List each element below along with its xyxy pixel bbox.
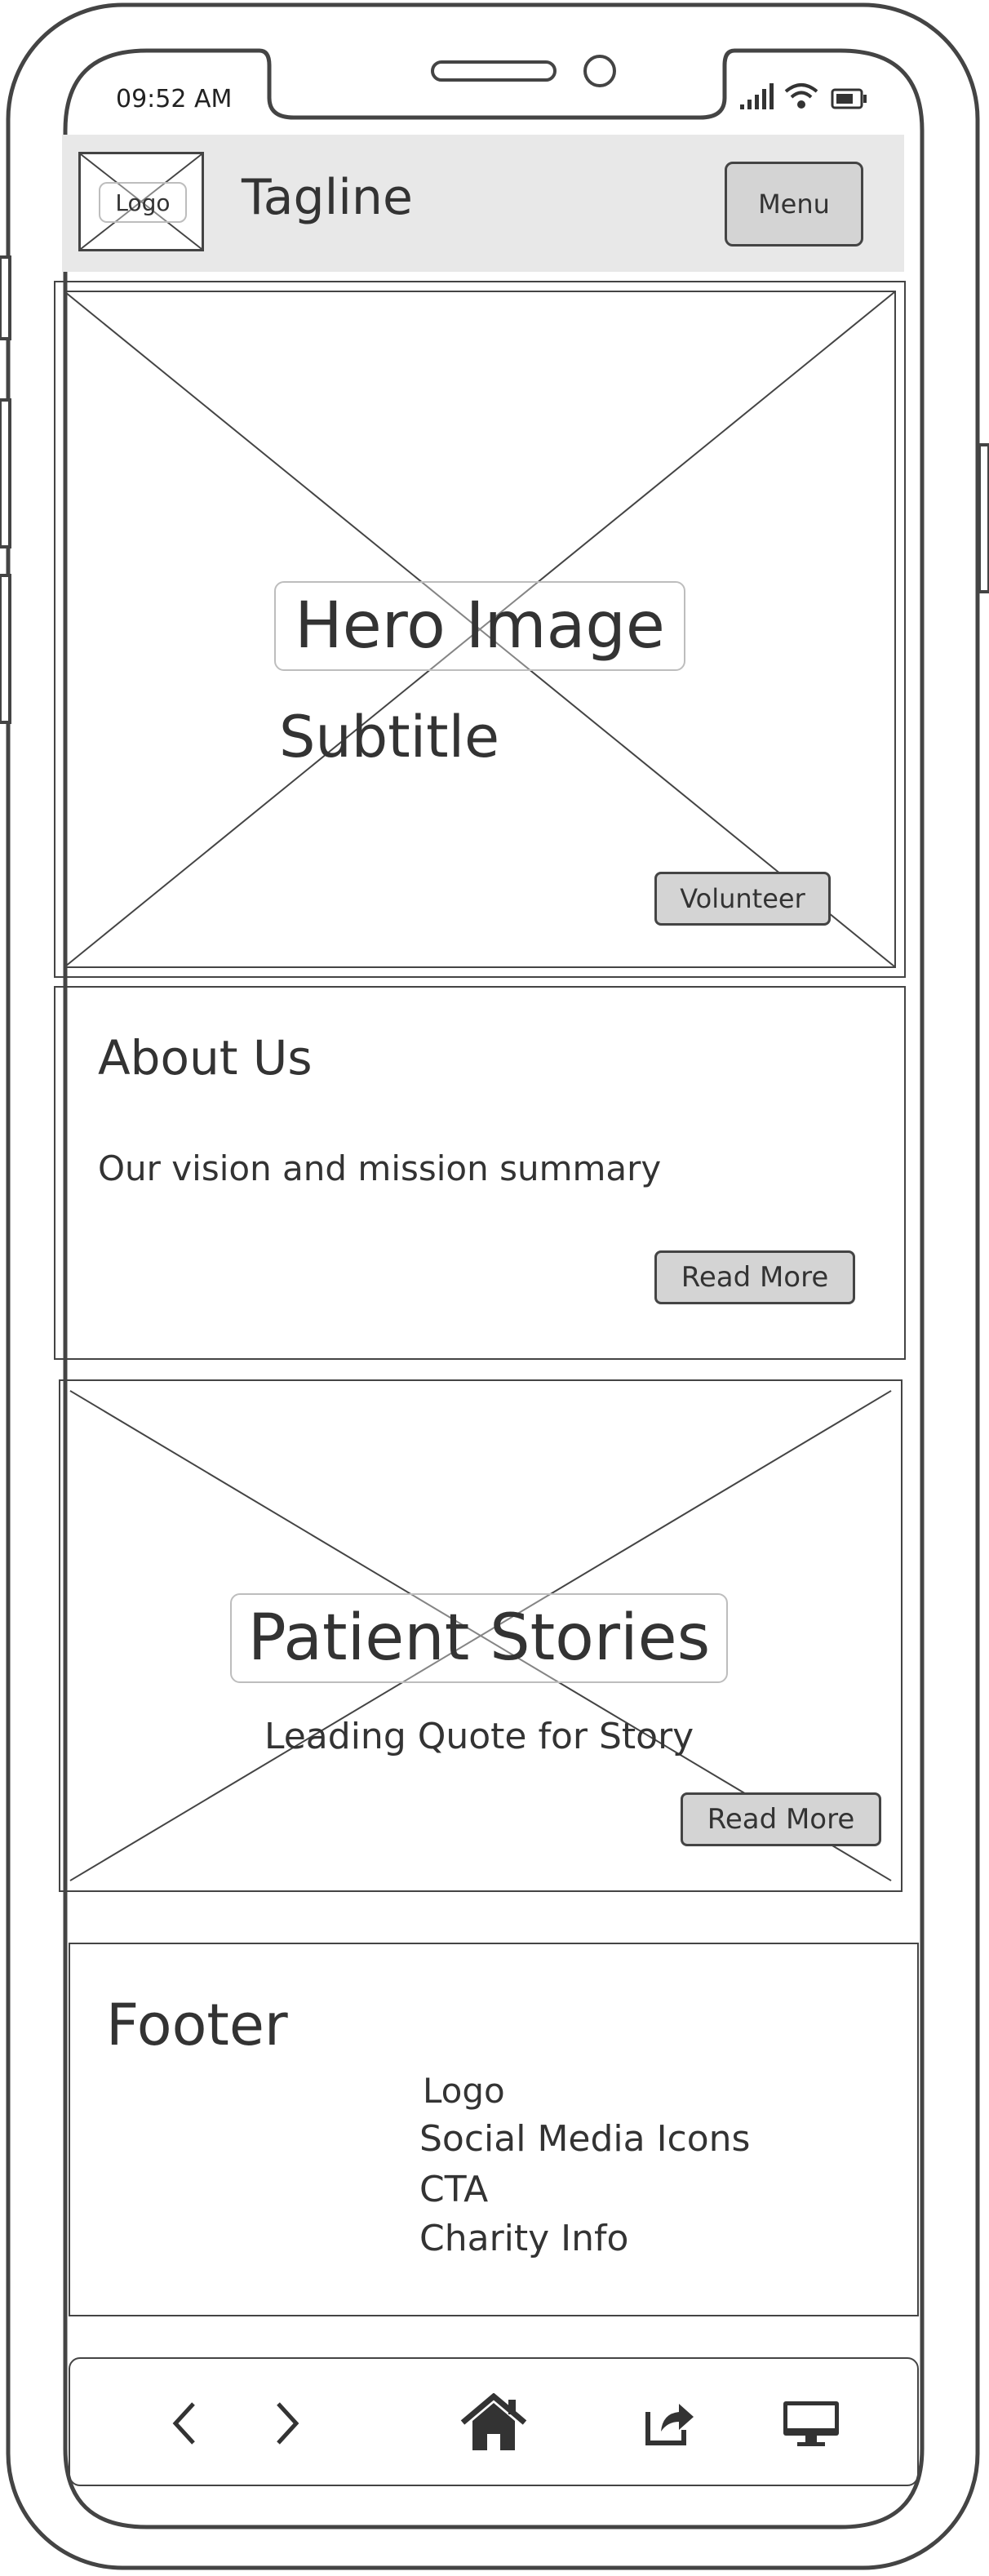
logo-label: Logo: [99, 182, 187, 223]
footer-item-social-media-icons: Social Media Icons: [419, 2118, 751, 2160]
menu-button[interactable]: Menu: [725, 162, 863, 246]
about-section: About Us Our vision and mission summary …: [54, 986, 906, 1360]
tagline: Tagline: [242, 169, 413, 226]
volunteer-button[interactable]: Volunteer: [654, 872, 831, 926]
about-heading: About Us: [98, 1030, 313, 1086]
footer-item-charity-info: Charity Info: [419, 2218, 629, 2259]
logo-placeholder[interactable]: Logo: [78, 152, 204, 251]
stories-title: Patient Stories: [247, 1601, 711, 1675]
home-icon[interactable]: [459, 2392, 529, 2454]
hero-title-box: Hero Image: [274, 581, 685, 671]
back-icon[interactable]: [160, 2396, 209, 2450]
stories-section: Patient Stories Leading Quote for Story …: [59, 1379, 903, 1892]
hero-image-section: Hero Image Subtitle Volunteer: [54, 281, 906, 978]
footer-item-logo: Logo: [423, 2071, 505, 2111]
stories-title-box: Patient Stories: [230, 1593, 728, 1683]
footer-item-cta: CTA: [419, 2169, 489, 2210]
hero-subtitle: Subtitle: [279, 704, 500, 771]
about-read-more-button[interactable]: Read More: [654, 1250, 855, 1304]
about-body: Our vision and mission summary: [98, 1148, 662, 1188]
stories-quote: Leading Quote for Story: [264, 1716, 694, 1757]
battery-icon: [831, 88, 867, 109]
share-icon[interactable]: [641, 2393, 699, 2452]
footer-section: Footer Logo Social Media Icons CTA Chari…: [69, 1943, 919, 2316]
stories-read-more-button[interactable]: Read More: [681, 1792, 881, 1846]
desktop-icon[interactable]: [778, 2398, 844, 2449]
forward-icon[interactable]: [263, 2396, 312, 2450]
wifi-icon: [784, 83, 818, 109]
footer-heading: Footer: [106, 1992, 288, 2059]
hero-title: Hero Image: [295, 589, 665, 663]
signal-icon: [740, 83, 774, 109]
status-time: 09:52 AM: [116, 85, 233, 113]
